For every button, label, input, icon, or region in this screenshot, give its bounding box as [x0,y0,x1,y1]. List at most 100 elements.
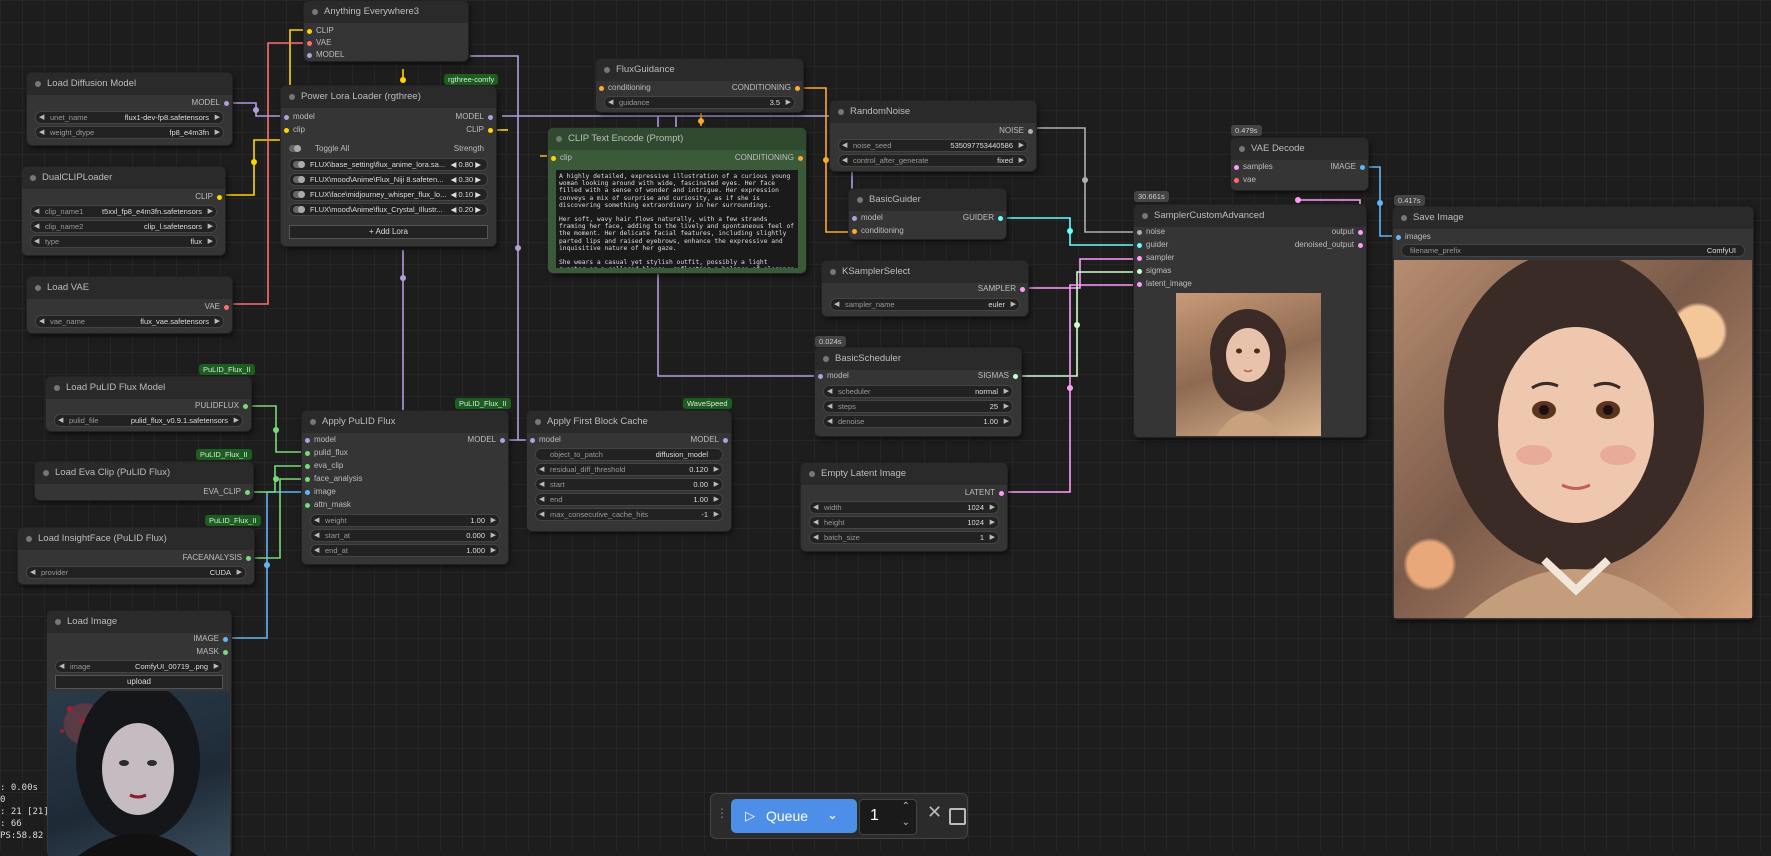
filename-prefix-field[interactable]: filename_prefix ComfyUI [1401,244,1745,257]
lora-row[interactable]: FLUX\mood\Anime\flux_Crystal_Illustr... ◀… [289,203,488,216]
upload-button[interactable]: upload [55,675,223,689]
input-clip[interactable]: clip [551,152,572,164]
output-denoised[interactable]: denoised_output [1295,239,1363,251]
guidance-number[interactable]: guidance 3.5 [604,96,795,109]
prompt-textarea[interactable]: A highly detailed, expressive illustrati… [556,170,798,268]
type-combo[interactable]: type flux [30,235,217,248]
output-conditioning[interactable]: CONDITIONING [735,152,803,164]
add-lora-button[interactable]: + Add Lora [289,225,488,239]
input-image[interactable]: image [305,486,336,498]
input-guider[interactable]: guider [1137,239,1168,251]
object-to-patch-field[interactable]: object_to_patch diffusion_model [535,448,723,461]
stop-icon[interactable] [949,808,966,825]
node-dual-clip-loader[interactable]: DualCLIPLoader CLIP clip_name1 t5xxl_fp8_… [22,167,225,255]
output-clip[interactable]: CLIP [195,191,222,203]
output-latent[interactable]: LATENT [965,487,1004,499]
output-pulidflux[interactable]: PULIDFLUX [195,400,248,412]
output-model[interactable]: MODEL [468,434,505,446]
lora-toggle[interactable] [293,205,305,213]
node-apply-first-block-cache[interactable]: Apply First Block Cache model MODEL obje… [527,411,731,531]
node-random-noise[interactable]: RandomNoise NOISE noise_seed 535097753440… [830,101,1036,171]
lora-strength[interactable]: ◀ 0.80 ▶ [451,159,481,170]
provider-combo[interactable]: provider CUDA [26,566,246,579]
node-vae-decode[interactable]: VAE Decode samples IMAGE vae [1231,138,1368,190]
image-combo[interactable]: image ComfyUI_00719_.png [55,660,223,673]
input-clip[interactable]: clip [284,124,305,136]
clip-name2-combo[interactable]: clip_name2 clip_l.safetensors [30,220,217,233]
node-load-vae[interactable]: Load VAE VAE vae_name flux_vae.safetensor… [27,277,232,333]
input-conditioning[interactable]: conditioning [599,82,651,94]
node-save-image[interactable]: Save Image images filename_prefix ComfyUI [1393,207,1753,619]
output-conditioning[interactable]: CONDITIONING [732,82,800,94]
output-sampler[interactable]: SAMPLER [978,283,1025,295]
output-mask[interactable]: MASK [196,646,228,658]
input-latent-image[interactable]: latent_image [1137,278,1192,290]
node-ksampler-select[interactable]: KSamplerSelect SAMPLER sampler_name euler [822,261,1028,316]
input-vae[interactable]: VAE [307,37,331,49]
input-model[interactable]: model [305,434,336,446]
sampler-name-combo[interactable]: sampler_name euler [830,298,1020,311]
output-model[interactable]: MODEL [456,111,493,123]
output-eva-clip[interactable]: EVA_CLIP [203,486,250,498]
max-consecutive-cache-hits-number[interactable]: max_consecutive_cache_hits -1 [535,508,723,521]
input-pulid-flux[interactable]: pulid_flux [305,447,348,459]
lora-strength[interactable]: ◀ 0.20 ▶ [451,204,481,215]
end-number[interactable]: end 1.00 [535,493,723,506]
pulid-file-combo[interactable]: pulid_file pulid_flux_v0.9.1.safetensors [54,414,243,427]
input-conditioning[interactable]: conditioning [852,225,904,237]
clip-name1-combo[interactable]: clip_name1 t5xxl_fp8_e4m3fn.safetensors [30,205,217,218]
scheduler-combo[interactable]: scheduler normal [823,385,1013,398]
node-load-diffusion-model[interactable]: Load Diffusion Model MODEL unet_name flux… [27,73,232,145]
output-image[interactable]: IMAGE [193,633,228,645]
lora-strength[interactable]: ◀ 0.30 ▶ [451,174,481,185]
node-load-eva-clip[interactable]: Load Eva Clip (PuLID Flux) EVA_CLIP [35,462,253,500]
batch-size-number[interactable]: batch_size 1 [809,531,999,544]
noise-seed-number[interactable]: noise_seed 535097753440586 [838,139,1028,152]
node-apply-pulid-flux[interactable]: Apply PuLID Flux model MODEL pulid_flux … [302,411,508,564]
steps-number[interactable]: steps 25 [823,400,1013,413]
start-at-number[interactable]: start_at 0.000 [310,529,500,542]
lora-strength[interactable]: ◀ 0.10 ▶ [451,189,481,200]
node-anything-everywhere[interactable]: Anything Everywhere3 CLIP VAE MODEL [304,1,468,61]
node-clip-text-encode[interactable]: CLIP Text Encode (Prompt) clip CONDITION… [548,128,806,273]
input-model[interactable]: model [284,111,315,123]
toggle-all-switch[interactable] [289,145,301,152]
node-flux-guidance[interactable]: FluxGuidance conditioning CONDITIONING g… [596,59,803,112]
batch-count-input[interactable]: 1 ⌃ ⌄ [859,799,917,835]
node-basic-guider[interactable]: BasicGuider model GUIDER conditioning [849,189,1006,239]
input-model[interactable]: model [818,370,849,382]
node-load-pulid-model[interactable]: Load PuLID Flux Model PULIDFLUX pulid_fi… [46,377,251,431]
output-output[interactable]: output [1332,226,1363,238]
lora-row[interactable]: FLUX\face\midjourney_whisper_flux_lo... ◀… [289,188,488,201]
unet-name-combo[interactable]: unet_name flux1-dev-fp8.safetensors [35,111,224,124]
input-model[interactable]: model [530,434,561,446]
node-power-lora-loader[interactable]: Power Lora Loader (rgthree) model MODEL … [281,86,496,246]
weight-number[interactable]: weight 1.00 [310,514,500,527]
chevron-down-icon[interactable]: ⌄ [827,807,838,823]
node-basic-scheduler[interactable]: BasicScheduler model SIGMAS scheduler nor… [815,348,1021,436]
queue-button[interactable]: ▷ Queue ⌄ [731,799,857,833]
input-face-analysis[interactable]: face_analysis [305,473,362,485]
input-model[interactable]: model [852,212,883,224]
weight-dtype-combo[interactable]: weight_dtype fp8_e4m3fn [35,126,224,139]
height-number[interactable]: height 1024 [809,516,999,529]
width-number[interactable]: width 1024 [809,501,999,514]
start-number[interactable]: start 0.00 [535,478,723,491]
input-vae[interactable]: vae [1234,174,1256,186]
lora-toggle[interactable] [293,160,305,168]
node-empty-latent-image[interactable]: Empty Latent Image LATENT width 1024 heig… [801,463,1007,551]
output-image[interactable]: IMAGE [1330,161,1365,173]
lora-toggle[interactable] [293,175,305,183]
node-load-insightface[interactable]: Load InsightFace (PuLID Flux) FACEANALYS… [18,528,254,584]
lora-row[interactable]: FLUX\mood\Anime\Flux_Niji 8.safeten... ◀ … [289,173,488,186]
output-model[interactable]: MODEL [691,434,728,446]
output-guider[interactable]: GUIDER [963,212,1003,224]
input-images[interactable]: images [1396,231,1431,243]
output-model[interactable]: MODEL [192,97,229,109]
end-at-number[interactable]: end_at 1.000 [310,544,500,557]
input-sampler[interactable]: sampler [1137,252,1174,264]
input-clip[interactable]: CLIP [307,25,334,37]
denoise-number[interactable]: denoise 1.00 [823,415,1013,428]
input-attn-mask[interactable]: attn_mask [305,499,351,511]
input-samples[interactable]: samples [1234,161,1273,173]
